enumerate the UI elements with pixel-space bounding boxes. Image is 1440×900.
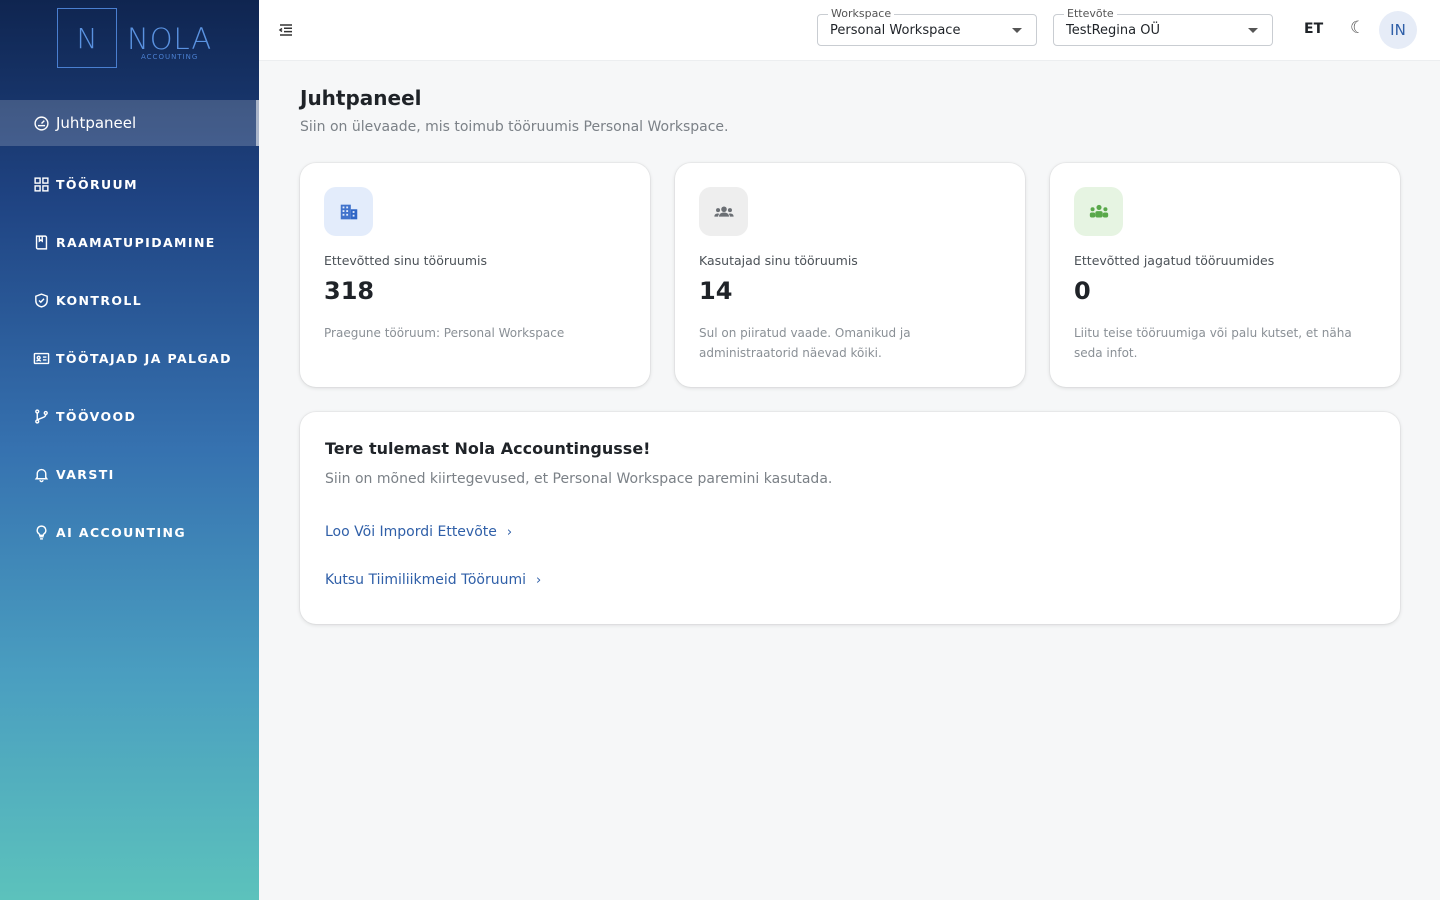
grid-icon: [33, 176, 50, 193]
language-switcher[interactable]: ET: [1304, 21, 1323, 37]
chevron-right-icon: ›: [506, 524, 513, 540]
sidebar-item-label: TÖÖVOOD: [56, 408, 137, 424]
chevron-right-icon: ›: [536, 572, 542, 588]
welcome-card: Tere tulemast Nola Accountingusse! Siin …: [300, 412, 1400, 624]
menu-collapse-icon[interactable]: [278, 22, 294, 38]
sidebar-item-label: AI ACCOUNTING: [56, 524, 187, 540]
company-select-label: Ettevõte: [1064, 7, 1117, 20]
logo-mark: N: [57, 8, 117, 68]
sidebar-item-label: RAAMATUPIDAMINE: [56, 234, 216, 250]
workspace-select-label: Workspace: [828, 7, 895, 20]
quick-link-label: Loo Või Impordi Ettevõte: [325, 524, 497, 540]
workspace-select[interactable]: Workspace Personal Workspace: [817, 7, 1037, 46]
stat-card-users: Kasutajad sinu tööruumis 14 Sul on piira…: [675, 163, 1025, 387]
dashboard-gauge-icon: [33, 115, 50, 132]
sidebar-item-tootajad-ja-palgad[interactable]: TÖÖTAJAD JA PALGAD: [0, 338, 259, 378]
stat-value: 0: [1074, 277, 1091, 305]
sidebar-item-varsti[interactable]: VARSTI: [0, 454, 259, 494]
sidebar-item-toovood[interactable]: TÖÖVOOD: [0, 396, 259, 436]
page-subtitle: Siin on ülevaade, mis toimub tööruumis P…: [300, 119, 729, 135]
logo-tagline: ACCOUNTING: [141, 53, 199, 61]
stat-note: Sul on piiratud vaade. Omanikud ja admin…: [699, 326, 911, 360]
user-avatar[interactable]: IN: [1379, 11, 1417, 49]
sidebar-item-ai-accounting[interactable]: AI ACCOUNTING: [0, 512, 259, 552]
users-icon: [699, 187, 748, 236]
stat-card-shared-companies: Ettevõtted jagatud tööruumides 0 Liitu t…: [1050, 163, 1400, 387]
stat-label: Ettevõtted jagatud tööruumides: [1074, 253, 1275, 268]
git-branch-icon: [33, 408, 50, 425]
sidebar-item-label: VARSTI: [56, 466, 115, 482]
sidebar-item-label: Juhtpaneel: [56, 114, 137, 132]
workspace-select-value: Personal Workspace: [830, 23, 961, 38]
sidebar-item-tooruum[interactable]: TÖÖRUUM: [0, 164, 259, 204]
sidebar-item-kontroll[interactable]: KONTROLL: [0, 280, 259, 320]
stat-value: 318: [324, 277, 375, 305]
company-select-value: TestRegina OÜ: [1066, 23, 1160, 38]
sidebar-item-raamatupidamine[interactable]: RAAMATUPIDAMINE: [0, 222, 259, 262]
topbar: Workspace Personal Workspace Ettevõte Te…: [259, 0, 1440, 61]
invite-team-members-link[interactable]: Kutsu Tiimiliikmeid Tööruumi ›: [325, 572, 541, 588]
welcome-subtitle: Siin on mõned kiirtegevused, et Personal…: [325, 471, 833, 487]
stat-label: Kasutajad sinu tööruumis: [699, 253, 858, 268]
groups-icon: [1074, 187, 1123, 236]
create-or-import-company-link[interactable]: Loo Või Impordi Ettevõte ›: [325, 524, 512, 540]
quick-link-label: Kutsu Tiimiliikmeid Tööruumi: [325, 572, 527, 588]
welcome-title: Tere tulemast Nola Accountingusse!: [325, 439, 651, 458]
logo-wordmark: NOLA: [127, 22, 213, 56]
caret-down-icon: [1012, 28, 1022, 33]
caret-down-icon: [1248, 28, 1258, 33]
page-title: Juhtpaneel: [300, 86, 422, 110]
stat-note: Praegune tööruum: Personal Workspace: [324, 326, 565, 340]
stat-note: Liitu teise tööruumiga või palu kutset, …: [1074, 326, 1352, 360]
stat-card-companies: Ettevõtted sinu tööruumis 318 Praegune t…: [300, 163, 650, 387]
building-icon: [324, 187, 373, 236]
sidebar: N NOLA ACCOUNTING Juhtpaneel TÖÖRUUM RAA…: [0, 0, 259, 900]
sidebar-item-label: KONTROLL: [56, 292, 143, 308]
dark-mode-moon-icon[interactable]: ☾: [1350, 18, 1365, 38]
book-icon: [33, 234, 50, 251]
bell-icon: [33, 466, 50, 483]
nola-logo[interactable]: N NOLA ACCOUNTING: [57, 8, 227, 68]
company-select[interactable]: Ettevõte TestRegina OÜ: [1053, 7, 1273, 46]
sidebar-item-label: TÖÖTAJAD JA PALGAD: [56, 350, 232, 366]
stat-label: Ettevõtted sinu tööruumis: [324, 253, 487, 268]
shield-check-icon: [33, 292, 50, 309]
sidebar-item-juhtpaneel[interactable]: Juhtpaneel: [0, 100, 259, 146]
stat-value: 14: [699, 277, 733, 305]
id-card-icon: [33, 350, 50, 367]
lightbulb-icon: [33, 524, 50, 541]
sidebar-item-label: TÖÖRUUM: [56, 176, 138, 192]
